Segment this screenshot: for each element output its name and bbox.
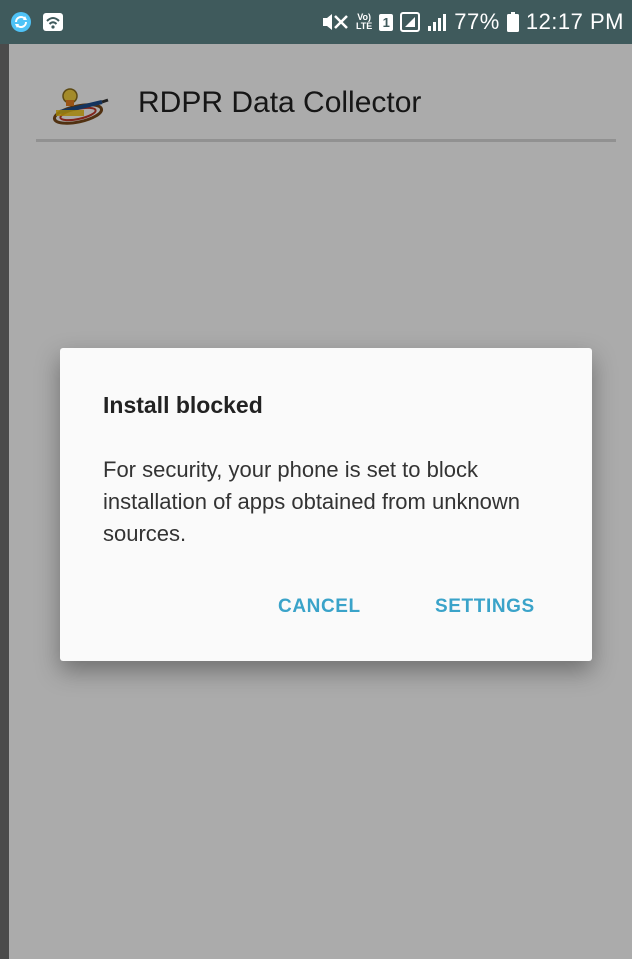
sync-icon xyxy=(10,11,32,33)
settings-button[interactable]: SETTINGS xyxy=(435,596,535,618)
signal-icon xyxy=(400,12,421,32)
clock: 12:17 PM xyxy=(525,9,624,34)
volte-lte-icon: Vo) LTE xyxy=(356,13,372,31)
screen-edge xyxy=(0,44,9,959)
battery-icon xyxy=(506,12,519,32)
mute-icon xyxy=(321,12,349,32)
battery-percent: 77% xyxy=(454,9,500,34)
dialog-message: For security, your phone is set to block… xyxy=(103,457,521,546)
cancel-button[interactable]: CANCEL xyxy=(278,596,361,618)
lte-label: LTE xyxy=(355,21,373,31)
screen: Vo) LTE 1 77% 12:17 PM RDPR Data Collect… xyxy=(0,0,632,959)
install-blocked-dialog: Install blocked For security, your phone… xyxy=(60,348,592,661)
status-bar: Vo) LTE 1 77% 12:17 PM xyxy=(0,0,632,44)
sim-icon: 1 xyxy=(379,13,394,31)
dialog-title: Install blocked xyxy=(103,392,263,418)
status-bar-left xyxy=(0,11,64,33)
wifi-icon xyxy=(42,12,64,32)
status-bar-right: Vo) LTE 1 77% 12:17 PM xyxy=(321,9,632,35)
signal-bars-icon xyxy=(427,12,447,32)
